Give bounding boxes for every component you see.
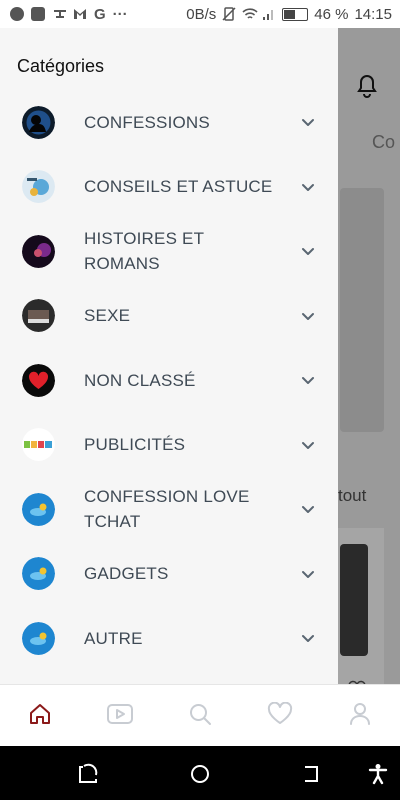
network-speed: 0B/s	[186, 5, 217, 23]
category-list: CONFESSIONS CONSEILS ET ASTUCE HISTOIRES…	[0, 90, 338, 671]
status-bar: G ··· 0B/s 46 % 14:15	[0, 0, 400, 28]
category-label: NON CLASSÉ	[84, 370, 196, 390]
chevron-down-icon[interactable]	[300, 179, 316, 195]
status-bar-app-icons: G ···	[0, 6, 128, 23]
youtube-icon	[31, 7, 45, 21]
drawer-title: Catégories	[17, 56, 105, 76]
battery-icon	[282, 7, 309, 21]
signal-icon	[262, 7, 276, 21]
clock: 14:15	[354, 5, 392, 23]
home-icon	[28, 702, 52, 731]
status-bar-system: 0B/s 46 % 14:15	[186, 6, 400, 23]
category-item-autre[interactable]: AUTRE	[0, 606, 338, 671]
category-avatar	[22, 299, 55, 333]
category-label: CONSEILS ET ASTUCE	[84, 177, 273, 197]
chevron-down-icon[interactable]	[300, 566, 316, 582]
category-item-publicites[interactable]: PUBLICITÉS	[0, 413, 338, 478]
category-label: GADGETS	[84, 564, 169, 584]
system-navigation-bar	[0, 746, 400, 800]
search-icon	[188, 702, 212, 731]
category-item-non-classe[interactable]: NON CLASSÉ	[0, 348, 338, 413]
category-avatar	[22, 170, 55, 204]
nav-profile-button[interactable]	[340, 696, 380, 736]
chevron-down-icon[interactable]	[300, 243, 316, 259]
nav-home-button[interactable]	[20, 696, 60, 736]
background-tab-label: Co	[372, 132, 396, 152]
bell-icon	[356, 74, 378, 98]
category-label: PUBLICITÉS	[84, 435, 186, 455]
nav-favorites-button[interactable]	[260, 696, 300, 736]
accessibility-icon[interactable]	[367, 763, 389, 785]
heart-icon	[267, 701, 293, 731]
messenger-icon	[10, 7, 24, 21]
category-avatar	[22, 234, 55, 268]
recent-apps-button[interactable]	[77, 763, 99, 785]
category-avatar	[22, 105, 55, 139]
background-post-thumbnail	[340, 544, 368, 656]
background-card	[340, 188, 384, 432]
home-system-button[interactable]	[189, 763, 211, 785]
more-icon: ···	[112, 5, 128, 23]
category-avatar	[22, 492, 55, 526]
back-button[interactable]	[301, 763, 323, 785]
category-label: AUTRE	[84, 628, 143, 648]
profile-icon	[349, 702, 371, 731]
drone-icon	[52, 7, 66, 21]
category-item-confession-love-tchat[interactable]: CONFESSION LOVE TCHAT	[0, 477, 338, 542]
category-label: SEXE	[84, 306, 131, 326]
gmail-icon	[73, 7, 87, 21]
category-item-confessions[interactable]: CONFESSIONS	[0, 90, 338, 155]
category-avatar	[22, 621, 55, 655]
category-label: CONFESSION LOVE TCHAT	[84, 487, 250, 532]
google-icon: G	[94, 5, 106, 23]
video-icon	[107, 703, 133, 730]
background-section-label: tout	[338, 486, 367, 505]
chevron-down-icon[interactable]	[300, 630, 316, 646]
category-label: CONFESSIONS	[84, 112, 210, 132]
category-item-gadgets[interactable]: GADGETS	[0, 542, 338, 607]
wifi-icon	[242, 7, 258, 21]
chevron-down-icon[interactable]	[300, 437, 316, 453]
bottom-navigation	[0, 684, 400, 747]
category-avatar	[22, 363, 55, 397]
category-avatar	[22, 557, 55, 591]
chevron-down-icon[interactable]	[300, 372, 316, 388]
battery-percent: 46 %	[314, 5, 349, 23]
category-item-histoires-et-romans[interactable]: HISTOIRES ET ROMANS	[0, 219, 338, 284]
nav-video-button[interactable]	[100, 696, 140, 736]
chevron-down-icon[interactable]	[300, 114, 316, 130]
category-item-sexe[interactable]: SEXE	[0, 284, 338, 349]
categories-drawer: Catégories CONFESSIONS CONSEILS ET ASTUC…	[0, 28, 338, 684]
category-item-conseils-et-astuce[interactable]: CONSEILS ET ASTUCE	[0, 155, 338, 220]
category-avatar	[22, 428, 55, 462]
category-label: HISTOIRES ET ROMANS	[84, 229, 204, 274]
chevron-down-icon[interactable]	[300, 501, 316, 517]
vibrate-icon	[222, 7, 236, 21]
chevron-down-icon[interactable]	[300, 308, 316, 324]
nav-search-button[interactable]	[180, 696, 220, 736]
